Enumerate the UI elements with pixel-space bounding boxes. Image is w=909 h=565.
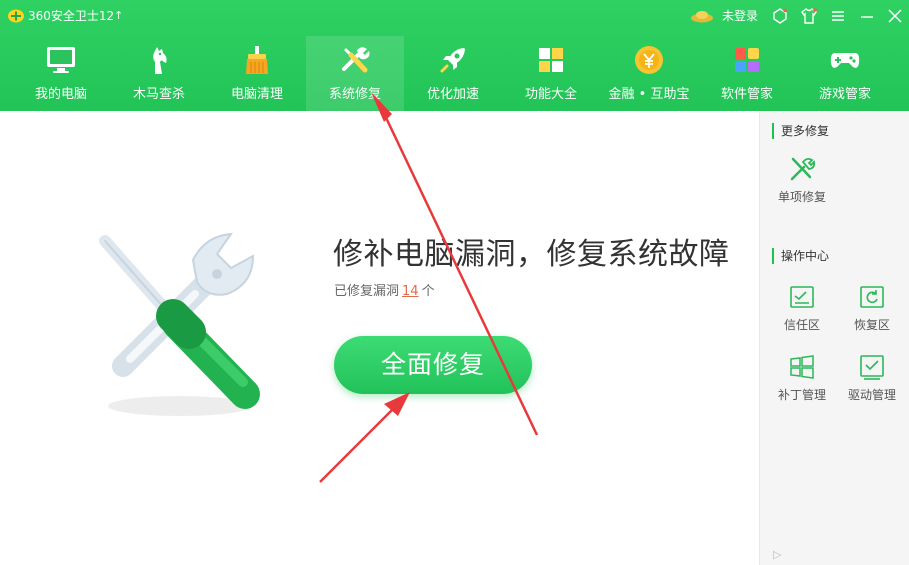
computer-icon xyxy=(47,47,75,73)
nav-software-manager[interactable]: 软件管家 xyxy=(698,36,796,111)
single-fix-tool[interactable]: 单项修复 xyxy=(767,155,837,205)
full-repair-button[interactable]: 全面修复 xyxy=(334,336,532,394)
broom-icon xyxy=(246,46,268,74)
repair-tools-illustration xyxy=(99,232,260,416)
app-title: 360安全卫士12 xyxy=(28,9,115,23)
driver-manage-label: 驱动管理 xyxy=(847,388,896,402)
update-arrow-icon[interactable]: ↑ xyxy=(114,8,123,24)
nav-label: 功能大全 xyxy=(524,87,577,102)
rocket-icon xyxy=(440,48,465,73)
close-icon[interactable] xyxy=(886,7,904,25)
nav-finance[interactable]: 金融 • 互助宝 xyxy=(600,36,698,111)
nav-label: 木马查杀 xyxy=(132,87,185,102)
nav-label: 金融 • 互助宝 xyxy=(608,87,690,102)
restore-zone-label: 恢复区 xyxy=(853,318,890,332)
nav-label: 我的电脑 xyxy=(34,87,87,102)
fixed-count-link[interactable]: 14 xyxy=(402,284,419,299)
nav-pc-cleanup[interactable]: 电脑清理 xyxy=(208,36,306,111)
menu-icon[interactable] xyxy=(829,7,847,25)
apps-icon xyxy=(735,48,759,72)
wrench-icon xyxy=(342,47,370,73)
restore-zone-icon xyxy=(860,286,884,308)
driver-manage-tool[interactable]: 驱动管理 xyxy=(837,353,907,403)
nav-label: 软件管家 xyxy=(720,87,773,102)
trust-zone-icon xyxy=(790,286,814,308)
main-panel: 修补电脑漏洞，修复系统故障 已修复漏洞 14 个 全面修复 xyxy=(0,111,759,565)
top-header: 360安全卫士12 ↑ 未登录 我的电脑 木马查杀 电脑清理 系统修复 优化加速… xyxy=(0,0,909,111)
horse-icon xyxy=(153,47,167,74)
driver-icon xyxy=(860,355,884,380)
main-nav: 我的电脑 木马查杀 电脑清理 系统修复 优化加速 功能大全 金融 • 互助宝 软… xyxy=(0,36,909,111)
nav-trojan-scan[interactable]: 木马查杀 xyxy=(110,36,208,111)
collapse-panel-icon[interactable]: ▷ xyxy=(773,549,781,561)
windows-icon xyxy=(790,355,814,379)
nav-label: 游戏管家 xyxy=(818,87,871,102)
nav-label: 优化加速 xyxy=(426,87,479,102)
grid-icon xyxy=(539,48,563,72)
page-headline: 修补电脑漏洞，修复系统故障 xyxy=(333,237,730,272)
more-repair-title: 更多修复 xyxy=(772,123,829,139)
operation-center-title: 操作中心 xyxy=(772,248,829,264)
single-fix-label: 单项修复 xyxy=(777,190,826,204)
user-badge-icon[interactable] xyxy=(690,9,714,23)
app-logo-icon xyxy=(8,9,24,23)
trust-zone-tool[interactable]: 信任区 xyxy=(767,283,837,333)
skin-icon[interactable] xyxy=(771,7,789,25)
fixed-count-line: 已修复漏洞 14 个 xyxy=(334,283,435,301)
restore-zone-tool[interactable]: 恢复区 xyxy=(837,283,907,333)
minimize-icon[interactable] xyxy=(858,7,876,25)
patch-manage-label: 补丁管理 xyxy=(777,388,826,402)
wrench-screwdriver-icon xyxy=(790,157,816,181)
patch-manage-tool[interactable]: 补丁管理 xyxy=(767,353,837,403)
nav-optimize[interactable]: 优化加速 xyxy=(404,36,502,111)
shirt-icon[interactable] xyxy=(800,7,818,25)
nav-label: 系统修复 xyxy=(328,87,381,102)
trust-zone-label: 信任区 xyxy=(783,318,820,332)
nav-game-manager[interactable]: 游戏管家 xyxy=(796,36,894,111)
fixed-prefix: 已修复漏洞 xyxy=(334,284,400,299)
side-panel: 更多修复 单项修复 操作中心 信任区 恢复区 补丁管理 驱动管理 ▷ xyxy=(759,111,909,565)
nav-label: 电脑清理 xyxy=(230,87,283,102)
nav-system-repair[interactable]: 系统修复 xyxy=(306,36,404,111)
title-bar: 360安全卫士12 ↑ 未登录 xyxy=(0,0,909,32)
nav-all-features[interactable]: 功能大全 xyxy=(502,36,600,111)
nav-my-computer[interactable]: 我的电脑 xyxy=(12,36,110,111)
coin-icon xyxy=(635,46,663,74)
gamepad-icon xyxy=(830,53,860,68)
fixed-suffix: 个 xyxy=(421,284,435,299)
login-link[interactable]: 未登录 xyxy=(722,8,758,24)
